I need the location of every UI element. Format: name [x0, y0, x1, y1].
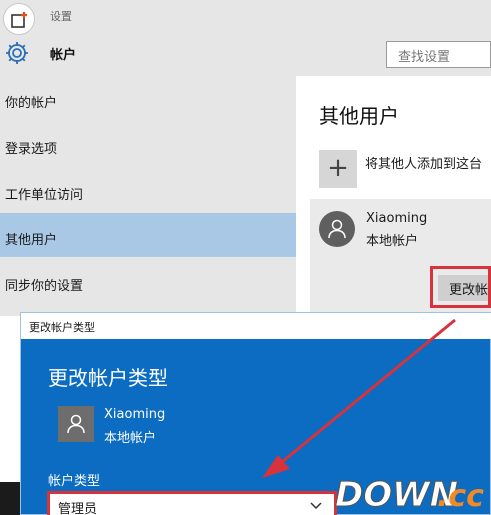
add-user-button[interactable]: +: [319, 150, 357, 188]
chevron-down-icon: [310, 502, 322, 510]
sidebar: 你的帐户 登录选项 工作单位访问 其他用户 同步你的设置: [0, 76, 296, 316]
section-title: 帐户: [50, 48, 77, 63]
dialog-user-account-type: 本地帐户: [104, 431, 157, 446]
watermark-logo: DOWN .cc: [335, 475, 485, 515]
avatar: [58, 406, 94, 442]
account-type-label: 帐户类型: [48, 474, 101, 489]
person-icon: [328, 219, 346, 239]
sidebar-item-work-access[interactable]: 工作单位访问: [0, 168, 296, 212]
taskbar-edge: [0, 482, 20, 515]
annotation-highlight-box: [430, 266, 491, 308]
app-icon-button[interactable]: [3, 3, 35, 35]
search-input[interactable]: 查找设置: [386, 41, 491, 68]
window-title: 设置: [50, 10, 72, 23]
gear-icon: [6, 42, 28, 64]
dialog-heading: 更改帐户类型: [48, 366, 168, 390]
dialog-user-name: Xiaoming: [104, 407, 166, 422]
watermark-text-suffix: .cc: [437, 479, 484, 514]
user-account-type: 本地帐户: [366, 234, 419, 249]
avatar: [319, 211, 355, 247]
settings-header: 设置 帐户 查找设置: [0, 0, 491, 76]
window-plus-icon: [11, 12, 27, 28]
dialog-titlebar: 更改帐户类型: [21, 313, 491, 339]
account-type-select[interactable]: 管理员: [47, 491, 337, 515]
sidebar-item-other-users[interactable]: 其他用户: [0, 213, 296, 257]
person-icon: [67, 414, 85, 434]
sidebar-item-your-account[interactable]: 你的帐户: [0, 76, 296, 120]
sidebar-item-sync-settings[interactable]: 同步你的设置: [0, 259, 296, 303]
add-user-label[interactable]: 将其他人添加到这台: [365, 153, 482, 172]
user-name: Xiaoming: [366, 211, 428, 226]
page-title: 其他用户: [319, 104, 399, 128]
main-pane: 其他用户 + 将其他人添加到这台 Xiaoming 本地帐户 更改帐: [296, 76, 491, 316]
sidebar-item-sign-in-options[interactable]: 登录选项: [0, 122, 296, 166]
plus-icon: +: [327, 153, 349, 183]
account-type-value: 管理员: [58, 502, 98, 515]
